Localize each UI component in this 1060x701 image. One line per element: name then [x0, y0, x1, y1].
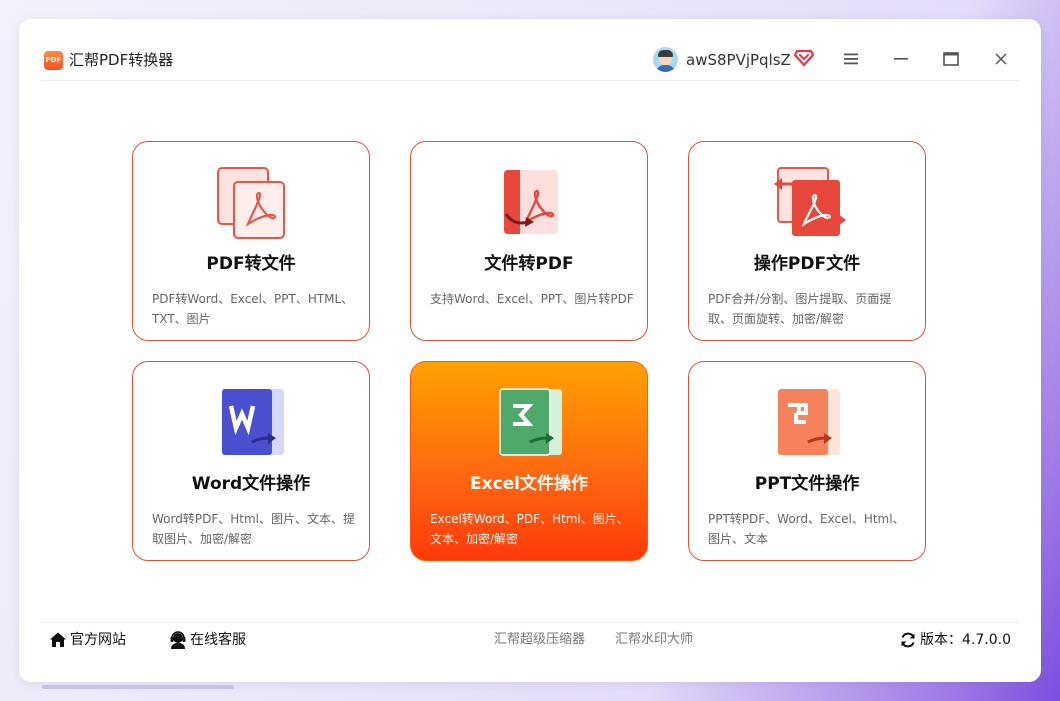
card-pdf-to-file[interactable]: PDF转文件 PDF转Word、Excel、PPT、HTML、TXT、图片 — [132, 141, 370, 341]
card-desc: PDF转Word、Excel、PPT、HTML、TXT、图片 — [152, 292, 354, 326]
footer-divider — [41, 622, 1019, 623]
card-title: Excel文件操作 — [469, 474, 588, 494]
app-title: 汇帮PDF转换器 — [69, 51, 174, 69]
pdf-to-file-icon — [217, 167, 285, 239]
maximize-button[interactable] — [939, 47, 963, 71]
maximize-icon — [943, 52, 959, 66]
compressor-label: 汇帮超级压缩器 — [494, 632, 586, 647]
version-info[interactable]: 版本： 4.7.0.0 — [899, 630, 1011, 650]
excel-icon — [499, 388, 562, 456]
online-service-label: 在线客服 — [190, 632, 246, 648]
card-word[interactable]: Word文件操作 Word转PDF、Html、图片、文本、提取图片、加密/解密 — [132, 361, 370, 561]
vip-diamond-icon[interactable] — [794, 49, 814, 67]
card-desc: 支持Word、Excel、PPT、图片转PDF — [430, 292, 634, 306]
close-button[interactable] — [989, 47, 1013, 71]
minimize-button[interactable] — [889, 47, 913, 71]
card-title: PDF转文件 — [206, 254, 296, 274]
hamburger-icon — [844, 53, 858, 65]
operate-pdf-icon — [774, 167, 846, 236]
official-website-link[interactable]: 官方网站 — [49, 630, 126, 650]
home-icon — [50, 632, 66, 647]
word-icon — [222, 389, 284, 455]
title-bar: PDF 汇帮PDF转换器 awS8PVjPqlsZ — [19, 19, 1041, 81]
refresh-icon — [901, 632, 915, 648]
customer-service-icon — [170, 631, 186, 649]
compressor-link[interactable]: 汇帮超级压缩器 — [494, 630, 585, 650]
card-file-to-pdf[interactable]: 文件转PDF 支持Word、Excel、PPT、图片转PDF — [410, 141, 648, 341]
ppt-icon — [778, 389, 840, 455]
card-operate-pdf[interactable]: 操作PDF文件 PDF合并/分割、图片提取、页面提取、页面旋转、加密/解密 — [688, 141, 926, 341]
card-desc: Word转PDF、Html、图片、文本、提取图片、加密/解密 — [152, 512, 355, 546]
card-title: Word文件操作 — [191, 474, 311, 494]
app-logo-icon: PDF — [44, 51, 63, 70]
card-desc: PDF合并/分割、图片提取、页面提取、页面旋转、加密/解密 — [708, 292, 892, 326]
official-website-label: 官方网站 — [70, 632, 126, 648]
online-service-link[interactable]: 在线客服 — [169, 630, 246, 650]
card-excel[interactable]: Excel文件操作 Excel转Word、PDF、Html、图片、文本、加密/解… — [410, 361, 648, 561]
version-number: 4.7.0.0 — [962, 632, 1011, 648]
horizontal-scrollbar[interactable] — [42, 685, 234, 689]
card-title: 文件转PDF — [484, 254, 574, 274]
watermark-label: 汇帮水印大师 — [615, 632, 694, 647]
card-desc: PPT转PDF、Word、Excel、Html、图片、文本 — [708, 512, 905, 546]
app-window: PDF 汇帮PDF转换器 awS8PVjPqlsZ PDF转文件 PDF转Wor… — [19, 19, 1041, 682]
menu-button[interactable] — [839, 47, 863, 71]
username[interactable]: awS8PVjPqlsZ — [686, 50, 791, 70]
file-to-pdf-icon — [504, 170, 558, 234]
version-label: 版本： — [920, 632, 962, 648]
minimize-icon — [894, 58, 908, 60]
close-icon — [995, 53, 1007, 65]
card-title: 操作PDF文件 — [753, 254, 861, 274]
card-ppt[interactable]: PPT文件操作 PPT转PDF、Word、Excel、Html、图片、文本 — [688, 361, 926, 561]
card-title: PPT文件操作 — [754, 474, 860, 494]
watermark-link[interactable]: 汇帮水印大师 — [615, 630, 693, 650]
user-avatar[interactable] — [653, 47, 678, 72]
card-desc: Excel转Word、PDF、Html、图片、文本、加密/解密 — [430, 512, 629, 546]
header-divider — [41, 80, 1019, 81]
